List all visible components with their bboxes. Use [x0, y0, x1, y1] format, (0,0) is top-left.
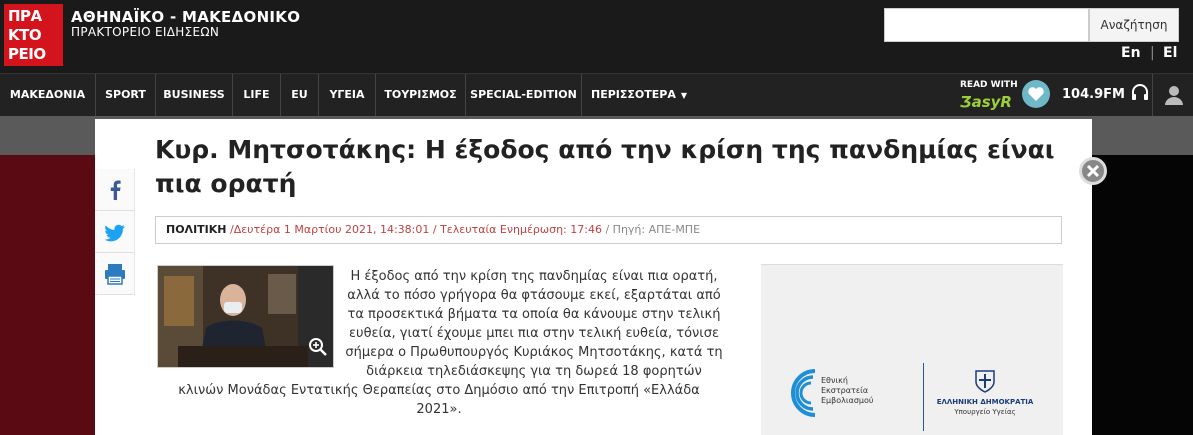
search-input[interactable] — [884, 8, 1089, 42]
article-meta: ΠΟΛΙΤΙΚΗ /Δευτέρα 1 Μαρτίου 2021, 14:38:… — [155, 216, 1062, 244]
nav-item-eu[interactable]: EU — [281, 74, 319, 116]
left-ad-banner[interactable] — [0, 155, 95, 435]
user-account-button[interactable] — [1152, 74, 1193, 116]
zoom-icon[interactable] — [308, 337, 328, 357]
radio-player[interactable]: 104.9FM — [1062, 74, 1149, 116]
twitter-icon — [104, 224, 125, 242]
lang-el-link[interactable]: El — [1163, 45, 1177, 61]
site-header: ΠΡΑ ΚΤΟ ΡΕΙΟ ΑΘΗΝΑΪΚΟ - ΜΑΚΕΔΟΝΙΚΟ ΠΡΑΚΤ… — [0, 0, 1193, 73]
site-logo[interactable]: ΠΡΑ ΚΤΟ ΡΕΙΟ — [4, 4, 63, 66]
easyr-logo[interactable]: ƷasyR — [960, 93, 1012, 111]
campaign-line-3: Εμβολιασμού — [821, 396, 874, 405]
print-button[interactable] — [95, 253, 135, 295]
nav-item-business[interactable]: BUSINESS — [156, 74, 233, 116]
printer-icon — [105, 264, 125, 285]
greek-republic-label: ΕΛΛΗΝΙΚΗ ΔΗΜΟΚΡΑΤΙΑ — [936, 398, 1034, 406]
brand-title[interactable]: ΑΘΗΝΑΪΚΟ - ΜΑΚΕΔΟΝΙΚΟ — [71, 8, 300, 26]
nav-item-life[interactable]: LIFE — [233, 74, 281, 116]
nav-item-more[interactable]: ΠΕΡΙΣΣΟΤΕΡΑ ▼ — [582, 74, 696, 116]
ministry-label: Υπουργείο Υγείας — [954, 408, 1016, 416]
main-nav: ΜΑΚΕΔΟΝΙΑ SPORT BUSINESS LIFE EU ΥΓΕΙΑ Τ… — [0, 73, 1193, 116]
headphones-icon — [1132, 84, 1149, 100]
lang-en-link[interactable]: En — [1121, 45, 1141, 61]
campaign-line-1: Εθνική — [821, 376, 848, 385]
nav-item-sport[interactable]: SPORT — [96, 74, 156, 116]
close-icon — [1086, 164, 1100, 178]
article-category-link[interactable]: ΠΟΛΙΤΙΚΗ — [166, 223, 227, 236]
radio-frequency: 104.9FM — [1062, 87, 1125, 102]
ad-divider — [923, 363, 924, 431]
nav-item-special-edition[interactable]: SPECIAL-EDITION — [466, 74, 582, 116]
article-photo[interactable] — [157, 265, 334, 368]
nav-more-label: ΠΕΡΙΣΣΟΤΕΡΑ — [590, 88, 676, 101]
logo-line-2: ΚΤΟ — [8, 26, 42, 44]
facebook-share-button[interactable] — [95, 169, 135, 211]
easyr-heart-icon[interactable] — [1022, 80, 1050, 108]
nav-item-makedonia[interactable]: ΜΑΚΕΔΟΝΙΑ — [0, 74, 96, 116]
logo-line-1: ΠΡΑ — [8, 7, 42, 25]
article-date: /Δευτέρα 1 Μαρτίου 2021, 14:38:01 / Τελε… — [230, 223, 602, 236]
twitter-share-button[interactable] — [95, 211, 135, 253]
facebook-icon — [110, 180, 121, 200]
nav-item-tourismos[interactable]: ΤΟΥΡΙΣΜΟΣ — [376, 74, 466, 116]
user-icon — [1165, 86, 1183, 105]
greek-emblem-icon — [975, 370, 995, 393]
article-card: Κυρ. Μητσοτάκης: Η έξοδος από την κρίση … — [95, 119, 1092, 435]
campaign-line-2: Εκστρατεία — [821, 386, 869, 395]
campaign-text: Εθνική Εκστρατεία Εμβολιασμού — [821, 376, 874, 406]
vaccination-campaign-logo — [791, 369, 816, 417]
search-button[interactable]: Αναζήτηση — [1089, 8, 1179, 42]
caret-down-icon: ▼ — [680, 91, 687, 100]
article-title: Κυρ. Μητσοτάκης: Η έξοδος από την κρίση … — [155, 135, 1055, 198]
share-bar — [95, 169, 135, 295]
close-overlay-button[interactable] — [1079, 157, 1107, 185]
vaccination-ad[interactable]: Εθνική Εκστρατεία Εμβολιασμού ΕΛΛΗΝΙΚΗ Δ… — [761, 264, 1063, 435]
nav-item-ygeia[interactable]: ΥΓΕΙΑ — [319, 74, 376, 116]
brand-subtitle: ΠΡΑΚΤΟΡΕΙΟ ΕΙΔΗΣΕΩΝ — [71, 25, 220, 39]
lang-separator: | — [1150, 45, 1155, 61]
article-source: / Πηγή: ΑΠΕ-ΜΠΕ — [605, 223, 701, 236]
logo-line-3: ΡΕΙΟ — [8, 45, 46, 63]
read-with-label: READ WITH — [960, 80, 1018, 90]
right-ad-banner[interactable] — [1092, 155, 1193, 435]
